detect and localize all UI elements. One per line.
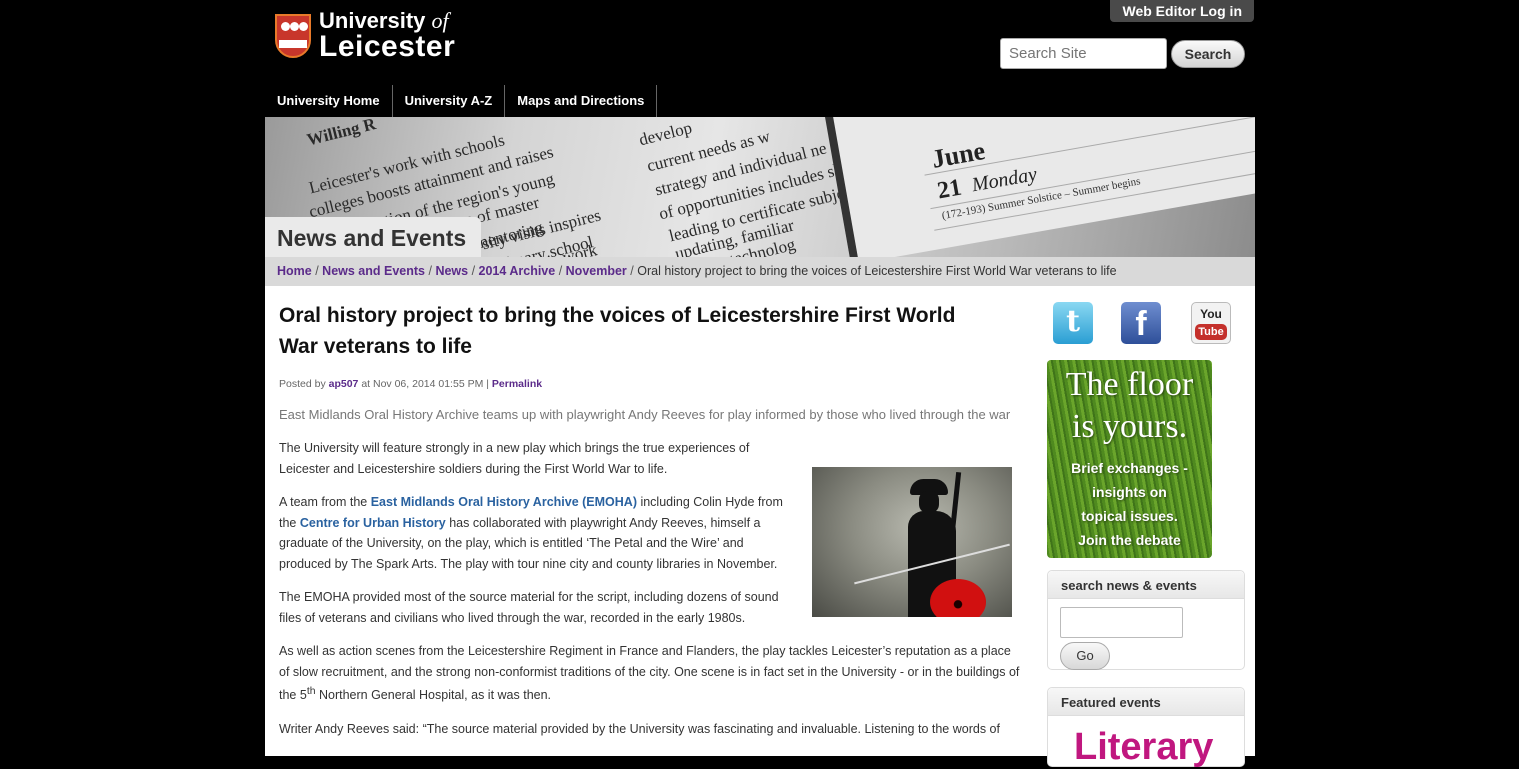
top-navigation: University Home University A-Z Maps and … [265, 85, 658, 117]
featured-events-title: Featured events [1048, 688, 1244, 716]
promo-small-line: topical issues. [1081, 508, 1178, 524]
promo-line2: is yours. [1071, 408, 1188, 445]
paragraph-4: As well as action scenes from the Leices… [279, 644, 1020, 703]
nav-university-home[interactable]: University Home [265, 85, 393, 117]
calendar-month: June [929, 135, 988, 174]
centre-urban-history-link[interactable]: Centre for Urban History [300, 516, 446, 530]
article-meta: Posted by ap507 at Nov 06, 2014 01:55 PM… [279, 378, 1024, 390]
web-editor-login-button[interactable]: Web Editor Log in [1110, 0, 1254, 22]
breadcrumb-current: Oral history project to bring the voices… [637, 264, 1117, 278]
facebook-icon[interactable]: f [1121, 302, 1161, 344]
banner-text: Willing R [305, 117, 378, 150]
section-banner: Willing R Leicester's work with schools … [265, 117, 1255, 257]
promo-small-line: Brief exchanges - [1071, 460, 1188, 476]
article-standfirst: East Midlands Oral History Archive teams… [279, 407, 1011, 422]
calendar-dayname: Monday [970, 163, 1039, 197]
author-link[interactable]: ap507 [329, 378, 359, 390]
breadcrumb-november[interactable]: November [566, 264, 627, 278]
paragraph-2: A team from the East Midlands Oral Histo… [279, 495, 783, 571]
search-input[interactable] [1000, 38, 1167, 69]
breadcrumb-news-and-events[interactable]: News and Events [322, 264, 425, 278]
promo-line1: The floor [1065, 366, 1194, 403]
meta-posted-by: Posted by [279, 378, 326, 390]
article: Oral history project to bring the voices… [279, 300, 1024, 739]
paragraph-5: Writer Andy Reeves said: “The source mat… [279, 721, 1000, 736]
nav-university-a-z[interactable]: University A-Z [393, 85, 506, 117]
promo-small-line: insights on [1092, 484, 1167, 500]
breadcrumb: Home / News and Events / News / 2014 Arc… [265, 257, 1255, 286]
page-wrapper: University of Leicester Web Editor Log i… [265, 0, 1255, 768]
emoha-link[interactable]: East Midlands Oral History Archive (EMOH… [371, 495, 637, 509]
search-widget-title: search news & events [1048, 571, 1244, 599]
promo-small-line: Join the debate [1078, 532, 1181, 548]
floor-is-yours-promo[interactable]: The floor is yours. Brief exchanges - ins… [1047, 360, 1212, 558]
banner-text: develop [637, 117, 694, 150]
go-button[interactable]: Go [1060, 642, 1110, 670]
breadcrumb-news[interactable]: News [435, 264, 468, 278]
breadcrumb-2014-archive[interactable]: 2014 Archive [479, 264, 556, 278]
calendar-day: 21 [935, 174, 964, 205]
social-links: t f You Tube [1053, 302, 1233, 344]
youtube-icon[interactable]: You Tube [1191, 302, 1231, 344]
university-logo[interactable]: University of Leicester [275, 10, 455, 62]
section-title: News and Events [265, 217, 481, 257]
crest-icon [275, 14, 311, 58]
news-search-input[interactable] [1060, 607, 1183, 638]
main-content: Oral history project to bring the voices… [265, 286, 1255, 768]
twitter-icon[interactable]: t [1053, 302, 1093, 344]
nav-maps-directions[interactable]: Maps and Directions [505, 85, 658, 117]
article-title: Oral history project to bring the voices… [279, 304, 956, 358]
permalink-link[interactable]: Permalink [492, 378, 542, 390]
featured-events-widget: Featured events Literary [1047, 687, 1245, 769]
logo-leicester: Leicester [319, 30, 456, 63]
paragraph-3: The EMOHA provided most of the source ma… [279, 590, 779, 625]
soldier-poppy-image [812, 467, 1012, 617]
paragraph-1: The University will feature strongly in … [279, 441, 750, 476]
search-news-widget: search news & events Go [1047, 570, 1245, 670]
meta-date: at Nov 06, 2014 01:55 PM | [361, 378, 489, 390]
calendar-page: June 21 Monday (172-193) Summer Solstice… [825, 117, 1255, 257]
search-button[interactable]: Search [1171, 40, 1245, 68]
featured-event-banner[interactable]: Literary [1074, 726, 1213, 769]
breadcrumb-home[interactable]: Home [277, 264, 312, 278]
